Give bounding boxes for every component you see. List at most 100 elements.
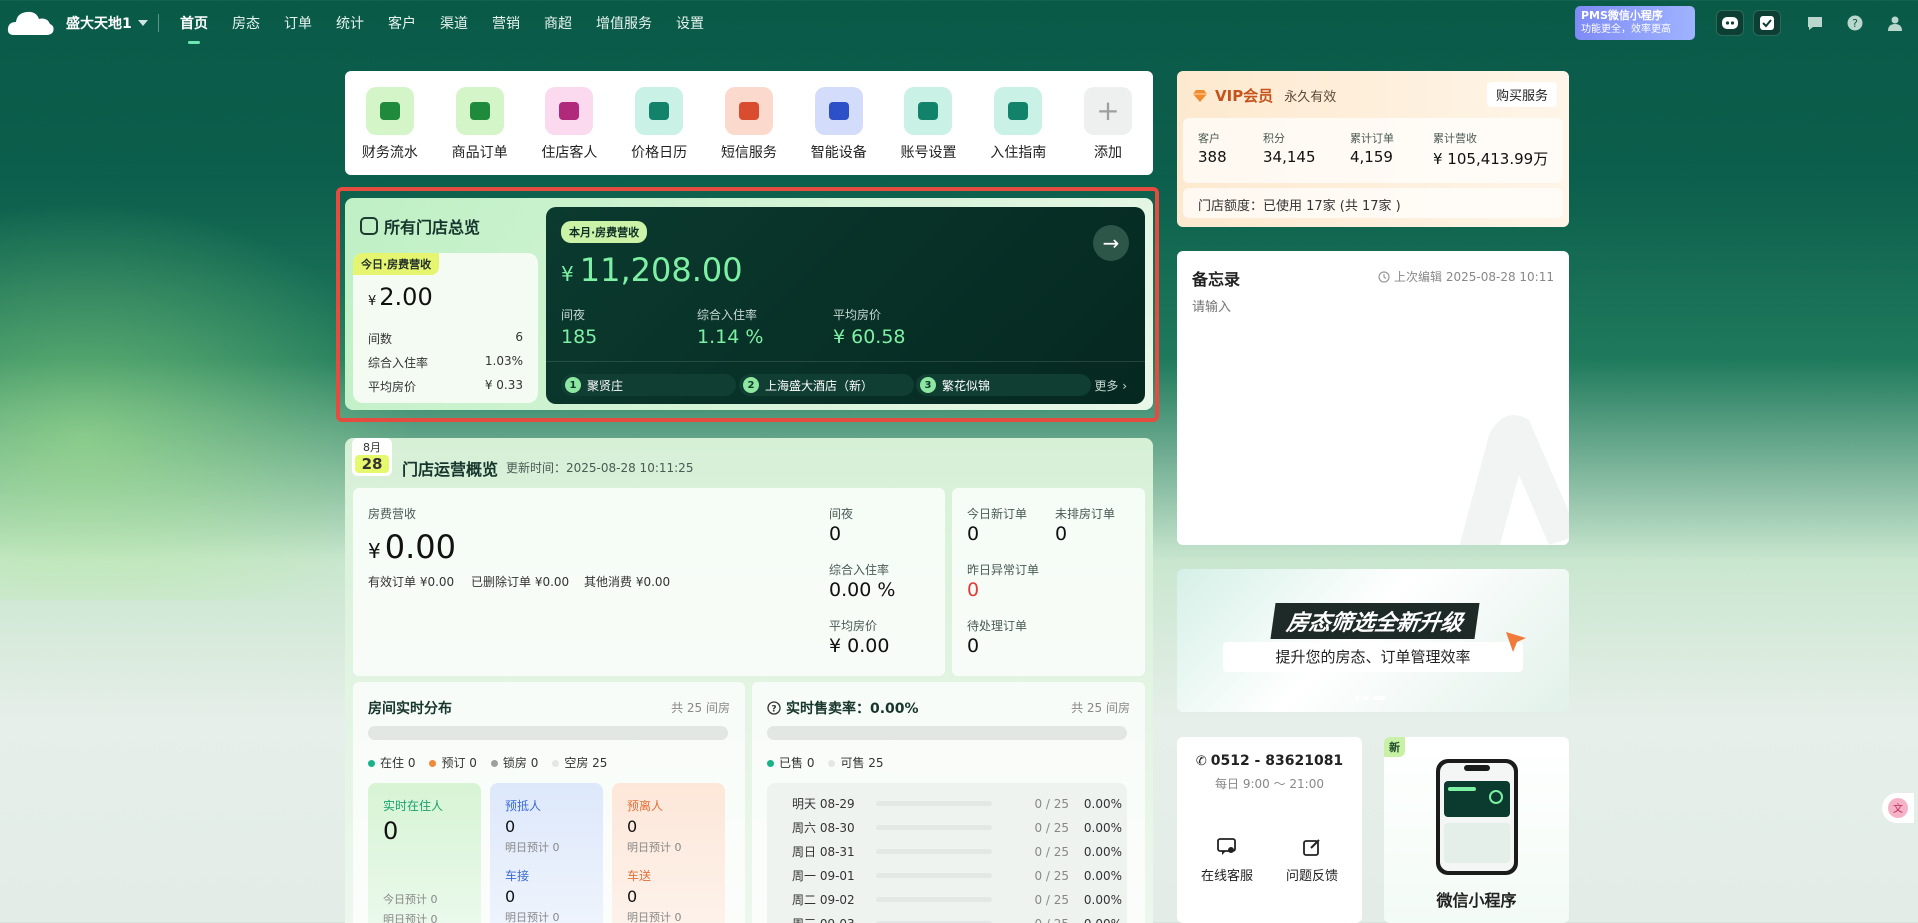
forecast-row: 明天 08-29 0 / 25 0.00% [792, 796, 1122, 812]
promo-subtitle: 功能更全，效率更高 [1581, 24, 1671, 35]
room-dist-legend: 在住 0 预订 0 锁房 0 空房 25 [368, 754, 607, 771]
new-orders-value[interactable]: 0 [967, 523, 979, 545]
today-row-avg-price: 平均房价 ¥ 0.33 [368, 378, 523, 394]
carousel-dots[interactable] [1355, 696, 1385, 700]
quick-action-message[interactable]: 短信服务 [705, 87, 793, 175]
arrivals-card[interactable]: 预抵人 0 明日预计 0 车接 0 明日预计 0 [490, 783, 603, 923]
quick-action-wallet[interactable]: 财务流水 [346, 87, 434, 175]
orders-box: 今日新订单 0 未排房订单 0 昨日异常订单 0 待处理订单 0 [952, 488, 1145, 676]
mini-program-card[interactable]: 新 微信小程序 [1384, 737, 1569, 923]
progress-track [876, 849, 993, 854]
new-orders-label: 今日新订单 [967, 507, 1028, 521]
nav-item-5[interactable]: 渠道 [440, 13, 468, 33]
today-tag: 今日·房费营收 [353, 253, 440, 275]
nav-item-4[interactable]: 客户 [388, 13, 416, 33]
abnormal-label: 昨日异常订单 [967, 563, 1040, 577]
rank-item-3[interactable]: 3 繁花似锦 [916, 374, 1091, 396]
nav-item-0[interactable]: 首页 [180, 13, 208, 44]
edit-icon [1303, 839, 1320, 856]
new-badge: 新 [1384, 737, 1405, 757]
quick-action-guest-house[interactable]: 住店客人 [525, 87, 613, 175]
quick-action-plus[interactable]: + 添加 [1064, 87, 1152, 175]
promo-banner[interactable]: 房态筛选全新升级 提升您的房态、订单管理效率 [1177, 569, 1569, 712]
service-hours: 每日 9:00 ～ 21:00 [1215, 777, 1324, 791]
quick-action-monitor[interactable]: 智能设备 [795, 87, 883, 175]
memo-card: 备忘录 上次编辑 2025-08-28 10:11 [1177, 251, 1569, 545]
translate-float-button[interactable]: 文 [1882, 793, 1914, 823]
room-dist-bar [368, 726, 728, 740]
abnormal-value[interactable]: 0 [967, 579, 979, 601]
calendar-icon [635, 87, 684, 135]
memo-edited: 上次编辑 2025-08-28 10:11 [1378, 268, 1554, 285]
revenue-label: 房费营收 [368, 507, 417, 521]
online-service-button[interactable]: 在线客服 [1192, 837, 1262, 884]
quick-action-shopping-bag[interactable]: 商品订单 [436, 87, 524, 175]
nav-item-6[interactable]: 营销 [492, 13, 520, 33]
promo-title: PMS微信小程序 [1581, 9, 1663, 22]
check-icon[interactable] [1753, 10, 1781, 36]
progress-track [876, 825, 993, 830]
quick-action-calendar[interactable]: 价格日历 [615, 87, 703, 175]
plus-icon: + [1084, 87, 1132, 135]
quick-action-label: 商品订单 [451, 145, 508, 161]
chat-icon[interactable] [1801, 10, 1829, 36]
vip-card: VIP会员 永久有效 购买服务 客户 388 积分 34,145 累计订单 4,… [1177, 71, 1569, 227]
quick-action-label: 账号设置 [900, 145, 957, 161]
message-icon [724, 87, 773, 135]
vip-header: VIP会员 永久有效 [1192, 85, 1336, 106]
nav-item-3[interactable]: 统计 [336, 13, 364, 33]
nav-item-9[interactable]: 设置 [676, 13, 704, 33]
month-amount: ¥11,208.00 [561, 251, 743, 289]
feedback-button[interactable]: 问题反馈 [1277, 837, 1347, 884]
svg-text:文: 文 [1893, 802, 1903, 815]
monitor-icon [814, 87, 863, 135]
unassigned-value[interactable]: 0 [1055, 523, 1067, 545]
quick-action-label: 入住指南 [990, 145, 1047, 161]
clock-icon [1378, 270, 1390, 283]
robot-icon[interactable] [1716, 10, 1744, 36]
month-revenue-card: 本月·房费营收 ¥11,208.00 → 间夜 185 综合入住率 1.14 % 平… [546, 207, 1145, 404]
wallet-icon [365, 87, 414, 135]
app-logo[interactable] [6, 7, 56, 39]
today-revenue-card[interactable]: 今日·房费营收 ¥2.00 间数 6 综合入住率 1.03% 平均房价 ¥ 0.33 [353, 253, 538, 403]
overview-title-text: 所有门店总览 [384, 218, 481, 237]
customer-service-card: ✆ 0512 - 83621081 每日 9:00 ～ 21:00 在线客服 问题… [1177, 737, 1362, 923]
headset-chat-icon [1217, 838, 1236, 855]
mini-program-title: 微信小程序 [1436, 891, 1517, 910]
pending-label: 待处理订单 [967, 619, 1028, 633]
miniapp-promo-banner[interactable]: PMS微信小程序 功能更全，效率更高 [1575, 6, 1695, 40]
more-link[interactable]: 更多 › [1094, 377, 1127, 394]
avg-price-value: ¥ 0.00 [829, 635, 890, 657]
nav-item-8[interactable]: 增值服务 [596, 13, 652, 33]
legend-item: 锁房 0 [490, 754, 538, 771]
divider [546, 361, 1145, 362]
translate-icon: 文 [1888, 798, 1908, 818]
nav-item-2[interactable]: 订单 [284, 13, 312, 33]
rank-item-2[interactable]: 2 上海盛大酒店（新） [739, 374, 914, 396]
phone-mockup-image [1436, 759, 1518, 875]
progress-track [876, 897, 993, 902]
arrow-right-icon[interactable]: → [1093, 225, 1129, 261]
revenue-deleted: 已删除订单 ¥0.00 [471, 575, 570, 589]
quick-action-bed[interactable]: 入住指南 [974, 87, 1062, 175]
departures-card[interactable]: 预离人 0 明日预计 0 车送 0 明日预计 0 [612, 783, 725, 923]
revenue-amount: ¥0.00 [368, 528, 456, 566]
unassigned-label: 未排房订单 [1055, 507, 1116, 521]
live-guests-card[interactable]: 实时在住人 0 今日预计 0 明日预计 0 [368, 783, 481, 923]
store-switcher[interactable]: 盛大天地1 [66, 13, 148, 33]
pending-value[interactable]: 0 [967, 635, 979, 657]
help-icon[interactable]: ? [1841, 10, 1869, 36]
vip-stats: 客户 388 积分 34,145 累计订单 4,159 累计营收 ¥ 105,4… [1183, 118, 1563, 183]
store-overview-panel: 所有门店总览 今日·房费营收 ¥2.00 间数 6 综合入住率 1.03% 平均房价… [345, 198, 1153, 410]
quick-action-id-card[interactable]: 账号设置 [884, 87, 972, 175]
rank-item-1[interactable]: 1 聚贤庄 [561, 374, 736, 396]
user-icon[interactable] [1881, 10, 1909, 36]
date-badge: 8月 28 [352, 438, 392, 476]
nav-item-7[interactable]: 商超 [544, 13, 572, 33]
nav-item-1[interactable]: 房态 [232, 13, 260, 33]
buy-service-button[interactable]: 购买服务 [1486, 82, 1557, 107]
store-icon [360, 217, 378, 235]
vip-title: VIP会员 [1215, 87, 1274, 105]
vip-validity: 永久有效 [1284, 90, 1337, 105]
quick-actions-panel: 财务流水 商品订单 住店客人 价格日历 短信服务 智能设备 账号设置 入住指南 + 添加 [345, 71, 1153, 175]
